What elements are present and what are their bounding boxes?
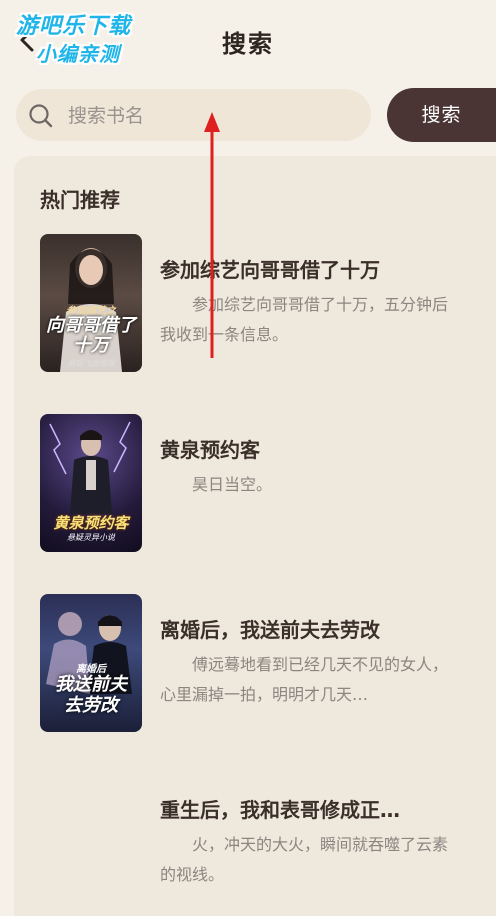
search-icon [29,104,53,128]
book-title[interactable]: 离婚后，我送前夫去劳改 [160,614,460,643]
recommend-panel: 热门推荐 参加综艺之 向哥哥借了十万 悬疑飞盘推理 参加综艺向哥哥借了十万 参加… [14,156,496,916]
book-description: 火，冲天的大火，瞬间就吞噬了云素的视线。 [160,835,449,884]
book-title[interactable]: 重生后，我和表哥修成正… [160,794,460,823]
cover-text-main: 黄泉预约客 [53,514,129,532]
cover-text-bottom: 悬疑飞盘推理 [67,359,115,368]
book-item[interactable]: 离婚后 我送前夫去劳改 离婚后，我送前夫去劳改 傅远蓦地看到已经几天不见的女人，… [40,594,480,734]
search-box[interactable] [16,89,371,141]
header-bar: 游吧乐下载 小编亲测 搜索 [0,0,496,80]
book-cover: 黄泉预约客 悬疑灵异小说 [40,414,142,552]
book-description: 傅远蓦地看到已经几天不见的女人，心里漏掉一拍，明明才几天… [160,655,449,704]
scroll-up-arrow-icon [204,112,220,358]
search-button[interactable]: 搜索 [387,88,496,142]
cover-text-top: 离婚后 [76,664,106,675]
book-cover: 参加综艺之 向哥哥借了十万 悬疑飞盘推理 [40,234,142,372]
cover-text-main: 向哥哥借了十万 [46,315,136,356]
book-title[interactable]: 黄泉预约客 [160,434,460,463]
book-description: 昊日当空。 [192,475,273,494]
book-item[interactable]: 重生后，我和表哥修成正… 火，冲天的大火，瞬间就吞噬了云素的视线。 [40,774,480,914]
book-item[interactable]: 参加综艺之 向哥哥借了十万 悬疑飞盘推理 参加综艺向哥哥借了十万 参加综艺向哥哥… [40,234,480,374]
book-item[interactable]: 黄泉预约客 悬疑灵异小说 黄泉预约客 昊日当空。 [40,414,480,554]
cover-text-main: 我送前夫去劳改 [55,674,127,716]
page-title: 搜索 [222,30,274,58]
cover-text-bottom: 悬疑灵异小说 [67,533,115,542]
book-cover: 离婚后 我送前夫去劳改 [40,594,142,732]
book-cover-placeholder [40,774,142,912]
section-title: 热门推荐 [40,188,120,212]
